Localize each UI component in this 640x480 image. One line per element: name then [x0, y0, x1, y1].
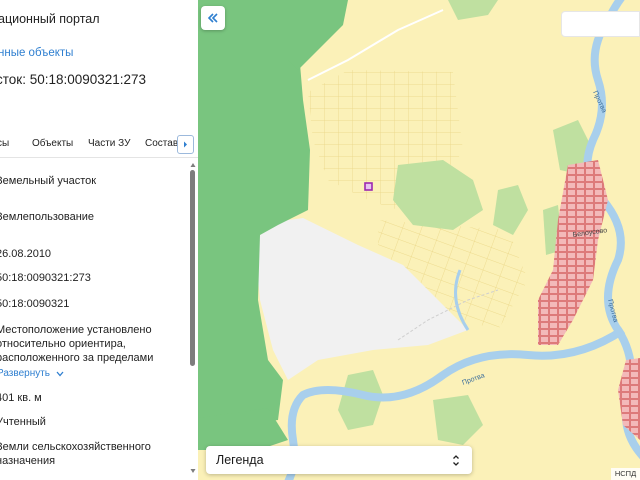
field-object-type: Земельный участок — [0, 175, 97, 187]
legend-select[interactable]: Легенда — [206, 446, 472, 474]
tab-bar: сы Объекты Части ЗУ Состав — [0, 132, 198, 158]
map-search-input[interactable] — [561, 11, 640, 37]
field-category-line-2: назначения — [0, 455, 56, 467]
map-view[interactable]: Протва Протва Протва Белоусово — [198, 0, 640, 480]
updown-chevron-icon — [453, 455, 459, 466]
page-title: сток: 50:18:0090321:273 — [0, 72, 147, 87]
info-panel: ационный портал нные объекты сток: 50:18… — [0, 0, 198, 480]
field-subtype: Землепользование — [0, 211, 95, 223]
scroll-up-arrow-icon[interactable] — [190, 162, 196, 168]
tab-objects[interactable]: Объекты — [32, 138, 73, 149]
scroll-down-arrow-icon[interactable] — [190, 468, 196, 474]
double-chevron-left-icon — [207, 13, 218, 23]
scrollbar-thumb[interactable] — [190, 170, 195, 366]
selected-plot-marker[interactable] — [364, 182, 373, 191]
field-status: Учтенный — [0, 416, 46, 428]
field-quarter-number: 50:18:0090321 — [0, 298, 70, 310]
portal-title: ационный портал — [0, 12, 100, 26]
tab-attributes[interactable]: сы — [0, 138, 9, 149]
map-attribution: НСПД — [611, 468, 640, 480]
chevron-right-icon — [184, 141, 187, 148]
map-canvas[interactable]: Протва Протва Протва Белоусово — [198, 0, 640, 480]
tabs-next-button[interactable] — [177, 135, 194, 154]
tab-composition[interactable]: Состав — [145, 138, 178, 149]
back-link[interactable]: нные объекты — [0, 47, 73, 59]
field-address-line-2: относительно ориентира, — [0, 338, 126, 350]
collapse-panel-button[interactable] — [201, 6, 225, 30]
field-address-line-1: Местоположение установлено — [0, 324, 152, 336]
expand-link[interactable]: Развернуть — [0, 368, 64, 379]
field-area: 401 кв. м — [0, 392, 42, 404]
field-category-line-1: Земли сельскохозяйственного — [0, 441, 151, 453]
field-date: 26.08.2010 — [0, 248, 52, 260]
legend-label: Легенда — [216, 453, 264, 467]
expand-label: Развернуть — [0, 368, 51, 379]
chevron-down-icon — [56, 371, 64, 376]
field-address-line-3: расположенного за пределами — [0, 352, 154, 364]
field-cadastral-number: 50:18:0090321:273 — [0, 272, 91, 284]
tab-parts[interactable]: Части ЗУ — [88, 138, 130, 149]
